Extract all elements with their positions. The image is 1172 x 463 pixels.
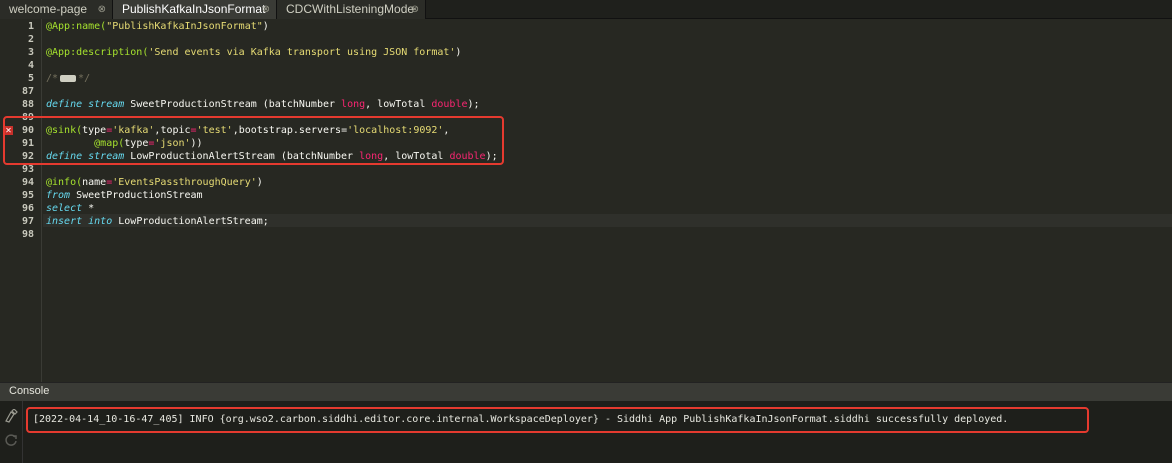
code-line: @info(name='EventsPassthroughQuery') bbox=[46, 177, 263, 188]
code-line: select * bbox=[46, 203, 95, 214]
tab-cdcwithlisteningmode[interactable]: CDCWithListeningMode ⊗ bbox=[277, 0, 426, 19]
line-number-gutter: 1 2 3 4 5 87 88 89 ✕ 90 91 92 93 94 95 9… bbox=[0, 19, 42, 382]
tab-welcome-page[interactable]: welcome-page ⊗ bbox=[0, 0, 113, 19]
line-number: 96 bbox=[21, 203, 34, 214]
line-number: 5 bbox=[27, 73, 34, 84]
line-number: 1 bbox=[27, 21, 34, 32]
code-editor[interactable]: 1 2 3 4 5 87 88 89 ✕ 90 91 92 93 94 95 9… bbox=[0, 19, 1172, 382]
console-panel: [2022-04-14_10-16-47_405] INFO {org.wso2… bbox=[0, 401, 1172, 463]
line-number: 87 bbox=[21, 86, 34, 97]
console-log-message: [2022-04-14_10-16-47_405] INFO {org.wso2… bbox=[33, 414, 1009, 425]
line-number: 4 bbox=[27, 60, 34, 71]
line-number: 97 bbox=[21, 216, 34, 227]
tab-label: PublishKafkaInJsonFormat bbox=[122, 2, 266, 16]
log-highlight-box: [2022-04-14_10-16-47_405] INFO {org.wso2… bbox=[26, 407, 1089, 433]
line-number: 94 bbox=[21, 177, 34, 188]
code-line: @App:description('Send events via Kafka … bbox=[46, 47, 462, 58]
line-number: 3 bbox=[27, 47, 34, 58]
fold-widget-icon[interactable] bbox=[60, 74, 77, 82]
clear-icon[interactable] bbox=[3, 408, 19, 425]
line-number: 98 bbox=[21, 229, 34, 240]
tab-publishkafkainjsonformat[interactable]: PublishKafkaInJsonFormat ⊗ bbox=[113, 0, 277, 19]
line-number: 95 bbox=[21, 190, 34, 201]
tab-label: CDCWithListeningMode bbox=[286, 2, 415, 16]
error-highlight-box bbox=[3, 116, 504, 165]
console-header[interactable]: Console bbox=[0, 382, 1172, 401]
code-line: define stream SweetProductionStream (bat… bbox=[46, 99, 480, 110]
console-toolbar bbox=[0, 401, 23, 463]
refresh-icon[interactable] bbox=[3, 433, 19, 449]
line-number: 88 bbox=[21, 99, 34, 110]
line-number: 2 bbox=[27, 34, 34, 45]
code-line: /* */ bbox=[46, 73, 91, 84]
code-line: from SweetProductionStream bbox=[46, 190, 203, 201]
close-icon[interactable]: ⊗ bbox=[98, 0, 106, 19]
close-icon[interactable]: ⊗ bbox=[411, 0, 419, 19]
code-line: @App:name("PublishKafkaInJsonFormat") bbox=[46, 21, 269, 32]
code-line: insert into LowProductionAlertStream; bbox=[46, 216, 269, 227]
console-title: Console bbox=[9, 385, 50, 397]
tab-label: welcome-page bbox=[9, 2, 88, 16]
close-icon[interactable]: ⊗ bbox=[262, 0, 270, 19]
tab-bar: welcome-page ⊗ PublishKafkaInJsonFormat … bbox=[0, 0, 1172, 19]
